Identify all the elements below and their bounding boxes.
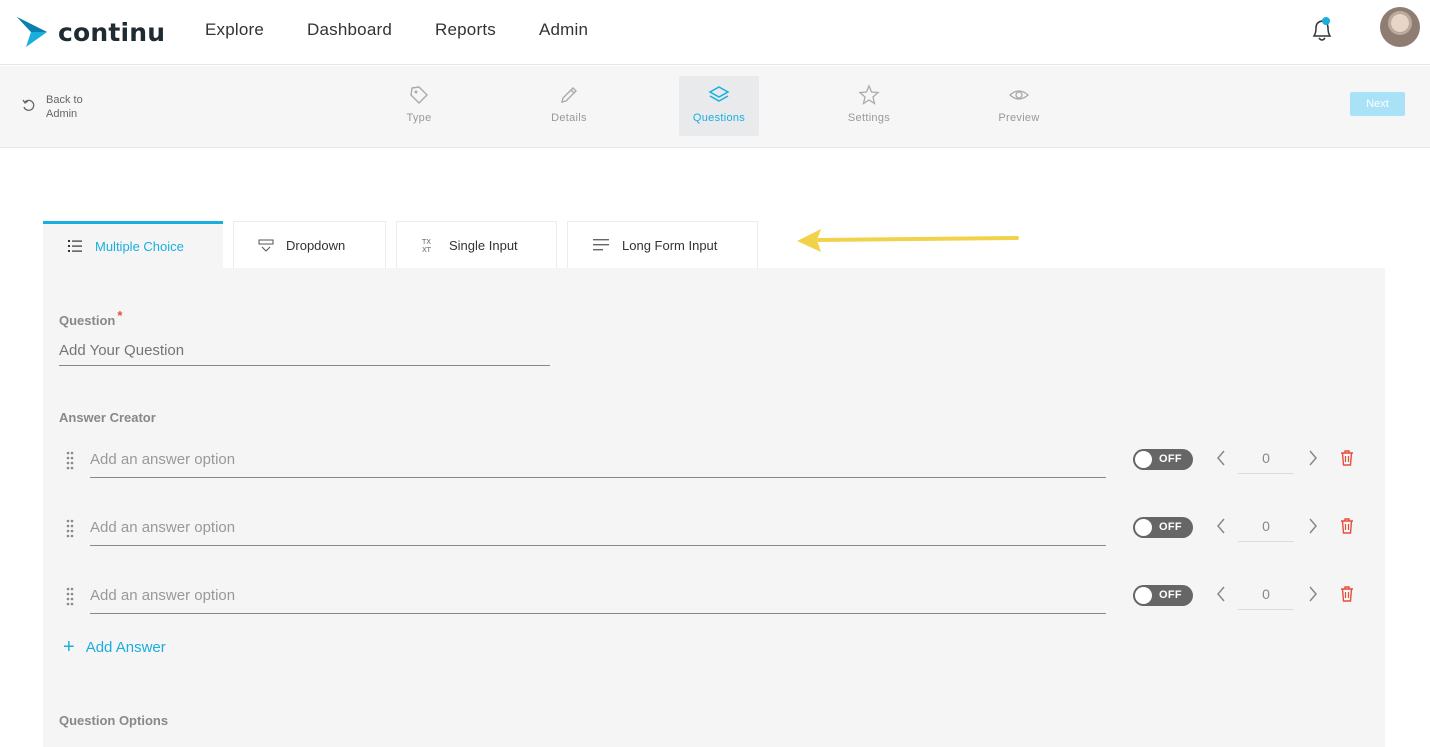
logo-mark-icon [17, 17, 47, 47]
user-avatar[interactable] [1380, 7, 1420, 47]
answer-option-input[interactable]: Add an answer option [90, 582, 1106, 614]
question-label: Question * [59, 308, 123, 328]
step-label: Preview [998, 112, 1040, 124]
question-form-panel: Question* Answer Creator Add an answer o… [43, 268, 1385, 747]
main-nav: Explore Dashboard Reports Admin [205, 20, 631, 40]
svg-text:XT: XT [422, 246, 432, 253]
chevron-right-icon[interactable] [1306, 448, 1320, 468]
paragraph-icon [593, 239, 609, 251]
toggle-label: OFF [1159, 453, 1182, 465]
tab-label: Multiple Choice [95, 238, 184, 254]
tab-multiple-choice[interactable]: Multiple Choice [43, 221, 223, 268]
correct-answer-toggle[interactable]: OFF [1133, 585, 1193, 606]
tab-long-form-input[interactable]: Long Form Input [567, 221, 758, 268]
step-label: Details [551, 112, 587, 124]
trash-icon[interactable] [1340, 449, 1354, 467]
tag-icon [410, 86, 428, 104]
step-settings[interactable]: Settings [829, 76, 909, 136]
tab-label: Long Form Input [622, 237, 718, 253]
nav-dashboard[interactable]: Dashboard [307, 20, 392, 40]
question-input[interactable] [59, 336, 550, 366]
answer-creator-label: Answer Creator [59, 410, 156, 425]
chevron-left-icon[interactable] [1214, 516, 1228, 536]
question-options-label: Question Options [59, 713, 169, 728]
tab-label: Single Input [449, 237, 518, 253]
chevron-left-icon[interactable] [1214, 584, 1228, 604]
undo-icon [22, 99, 35, 111]
drag-handle-icon[interactable] [65, 518, 75, 538]
correct-answer-toggle[interactable]: OFF [1133, 517, 1193, 538]
question-type-tabs: Multiple Choice Dropdown TX XT Single In… [43, 221, 768, 268]
step-label: Settings [847, 112, 891, 124]
star-icon [858, 84, 880, 105]
step-label: Type [406, 112, 432, 124]
required-mark: * [117, 308, 123, 323]
toggle-knob [1135, 587, 1152, 604]
list-icon [68, 240, 82, 252]
step-preview[interactable]: Preview [979, 76, 1059, 136]
back-label: Back to Admin [46, 94, 83, 120]
step-details[interactable]: Details [529, 76, 609, 136]
trash-icon[interactable] [1340, 517, 1354, 535]
nav-reports[interactable]: Reports [435, 20, 496, 40]
step-label: Questions [692, 112, 746, 124]
annotation-arrow-icon [797, 229, 1019, 252]
answer-option-input[interactable]: Add an answer option [90, 514, 1106, 546]
chevron-right-icon[interactable] [1306, 516, 1320, 536]
answer-row: Add an answer option OFF 0 [43, 446, 1385, 486]
logo-text: continu [58, 17, 166, 47]
tab-dropdown[interactable]: Dropdown [233, 221, 386, 268]
chevron-left-icon[interactable] [1214, 448, 1228, 468]
add-answer-label: Add Answer [85, 638, 166, 656]
toggle-label: OFF [1159, 589, 1182, 601]
text-format-icon: TX XT [421, 238, 432, 253]
step-type[interactable]: Type [379, 76, 459, 136]
svg-text:TX: TX [421, 238, 431, 246]
toggle-knob [1135, 519, 1152, 536]
drag-handle-icon[interactable] [65, 586, 75, 606]
dropdown-icon [258, 239, 274, 252]
toggle-knob [1135, 451, 1152, 468]
drag-handle-icon[interactable] [65, 450, 75, 470]
layers-icon [708, 86, 730, 102]
nav-explore[interactable]: Explore [205, 20, 264, 40]
back-to-admin-link[interactable]: Back to Admin [22, 93, 96, 121]
top-navbar: continu Explore Dashboard Reports Admin [0, 0, 1430, 65]
answer-option-input[interactable]: Add an answer option [90, 446, 1106, 478]
correct-answer-toggle[interactable]: OFF [1133, 449, 1193, 470]
points-value[interactable]: 0 [1238, 446, 1294, 474]
points-value[interactable]: 0 [1238, 582, 1294, 610]
logo[interactable]: continu [16, 15, 165, 49]
notification-dot [1322, 17, 1330, 25]
step-bar: Back to Admin Type Details Questions Set… [0, 66, 1430, 148]
trash-icon[interactable] [1340, 585, 1354, 603]
points-value[interactable]: 0 [1238, 514, 1294, 542]
eye-icon [1009, 90, 1029, 100]
nav-admin[interactable]: Admin [539, 20, 588, 40]
next-button[interactable]: Next [1350, 92, 1405, 116]
step-questions[interactable]: Questions [679, 76, 759, 136]
answer-row: Add an answer option OFF 0 [43, 514, 1385, 554]
tab-single-input[interactable]: TX XT Single Input [396, 221, 557, 268]
notification-bell-icon[interactable] [1309, 16, 1335, 44]
add-answer-button[interactable]: + Add Answer [63, 636, 166, 658]
tab-label: Dropdown [286, 237, 346, 253]
chevron-right-icon[interactable] [1306, 584, 1320, 604]
pencil-icon [561, 87, 577, 103]
toggle-label: OFF [1159, 521, 1182, 533]
plus-icon: + [63, 636, 75, 658]
answer-row: Add an answer option OFF 0 [43, 582, 1385, 622]
